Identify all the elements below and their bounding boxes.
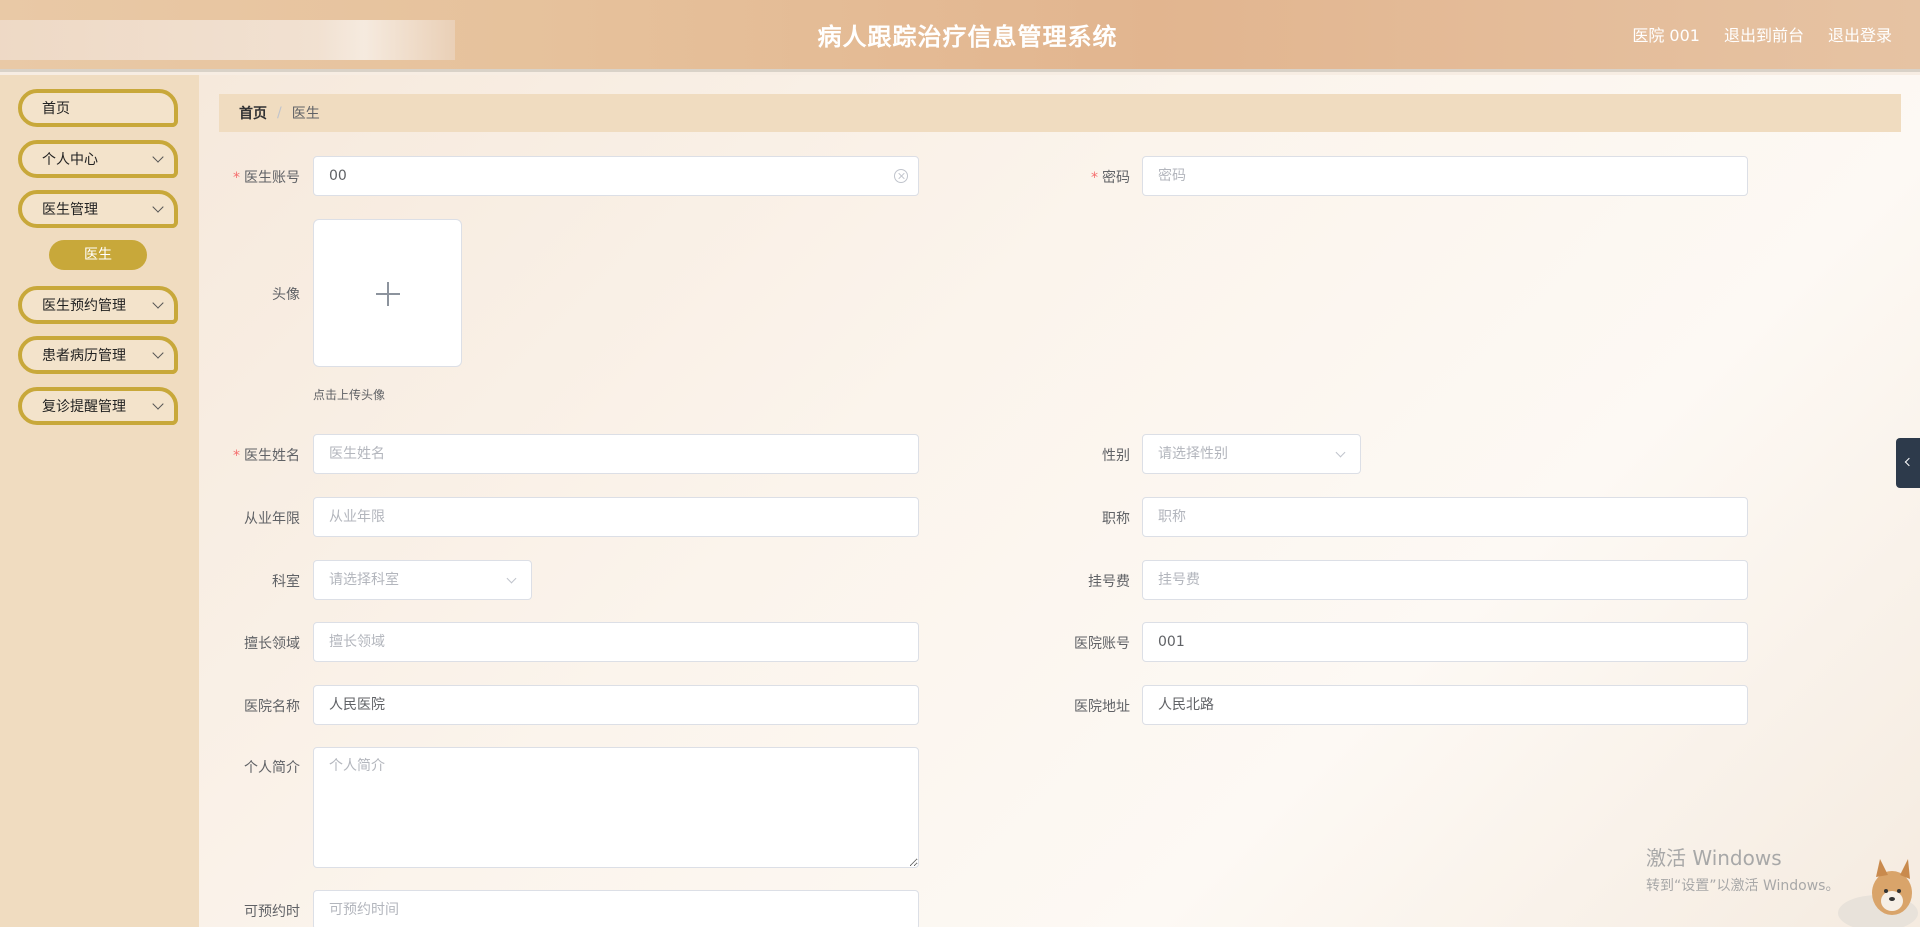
logout-link[interactable]: 退出登录 xyxy=(1828,22,1892,46)
hospital-address-input[interactable]: 人民北路 xyxy=(1142,685,1748,725)
sidebar-item-label: 首页 xyxy=(42,101,70,117)
available-time-label: 可预约时 xyxy=(244,904,300,920)
windows-activation-watermark: 激活 Windows 转到“设置”以激活 Windows。 xyxy=(1646,846,1840,894)
hospital-account-input[interactable]: 001 xyxy=(1142,622,1748,662)
password-label: * 密码 xyxy=(1091,170,1130,186)
sidebar-item-label: 个人中心 xyxy=(42,152,98,168)
fee-label: 挂号费 xyxy=(1088,574,1130,590)
avatar-upload[interactable] xyxy=(313,219,462,367)
sidebar-item-label: 医生管理 xyxy=(42,202,98,218)
sidebar-item-appointment-management[interactable]: 医生预约管理 xyxy=(18,286,178,324)
back-to-front-link[interactable]: 退出到前台 xyxy=(1724,22,1804,46)
department-label: 科室 xyxy=(272,574,300,590)
specialty-input[interactable] xyxy=(313,622,919,662)
gender-select[interactable]: 请选择性别 xyxy=(1142,434,1361,474)
sidebar-item-profile[interactable]: 个人中心 xyxy=(18,140,178,178)
sidebar-item-home[interactable]: 首页 xyxy=(18,89,178,127)
intro-textarea[interactable] xyxy=(313,747,919,868)
intro-label: 个人简介 xyxy=(244,760,300,776)
sidebar-item-label: 患者病历管理 xyxy=(42,348,126,364)
breadcrumb-separator: / xyxy=(277,105,282,121)
gender-label: 性别 xyxy=(1102,448,1130,464)
sidebar-item-followup-management[interactable]: 复诊提醒管理 xyxy=(18,387,178,425)
doctor-account-label: * 医生账号 xyxy=(233,170,300,186)
sidebar-subitem-doctor[interactable]: 医生 xyxy=(49,240,147,270)
sidebar-item-label: 医生预约管理 xyxy=(42,298,126,314)
doctor-account-input[interactable]: 00 xyxy=(313,156,919,196)
settings-drawer-toggle[interactable] xyxy=(1896,438,1920,488)
breadcrumb-home[interactable]: 首页 xyxy=(239,103,267,123)
title-input[interactable] xyxy=(1142,497,1748,537)
hospital-address-label: 医院地址 xyxy=(1074,699,1130,715)
chevron-down-icon xyxy=(1335,447,1346,458)
department-select[interactable]: 请选择科室 xyxy=(313,560,532,600)
avatar-label: 头像 xyxy=(272,287,300,303)
years-input[interactable] xyxy=(313,497,919,537)
password-input[interactable] xyxy=(1142,156,1748,196)
hospital-name-label: 医院名称 xyxy=(244,699,300,715)
chevron-down-icon xyxy=(506,573,517,584)
chevron-down-icon xyxy=(152,347,164,359)
sidebar-item-doctor-management[interactable]: 医生管理 xyxy=(18,190,178,228)
breadcrumb-current: 医生 xyxy=(291,106,320,122)
top-header: 病人跟踪治疗信息管理系统 医院 001 退出到前台 退出登录 xyxy=(0,0,1920,72)
specialty-label: 擅长领域 xyxy=(244,636,300,652)
doctor-name-input[interactable] xyxy=(313,434,919,474)
dog-mascot-icon xyxy=(1838,859,1918,927)
doctor-name-label: * 医生姓名 xyxy=(233,448,300,464)
clear-icon[interactable] xyxy=(894,169,908,183)
available-time-input[interactable] xyxy=(313,890,919,927)
hospital-name-input[interactable]: 人民医院 xyxy=(313,685,919,725)
sidebar-item-label: 复诊提醒管理 xyxy=(42,399,126,415)
sidebar-item-medical-record-management[interactable]: 患者病历管理 xyxy=(18,336,178,374)
hospital-account-label: 医院账号 xyxy=(1074,636,1130,652)
breadcrumb: 首页 / 医生 xyxy=(219,94,1901,132)
header-links: 医院 001 退出到前台 退出登录 xyxy=(1632,22,1892,46)
chevron-down-icon xyxy=(152,398,164,410)
upload-tip: 点击上传头像 xyxy=(313,388,386,402)
chevron-down-icon xyxy=(152,201,164,213)
sidebar: 首页 个人中心 医生管理 医生 医生预约管理 患者病历管理 复诊提醒管理 xyxy=(0,75,199,927)
title-label: 职称 xyxy=(1102,511,1130,527)
years-label: 从业年限 xyxy=(244,511,300,527)
chevron-down-icon xyxy=(152,151,164,163)
current-user-label: 医院 001 xyxy=(1632,26,1700,45)
chevron-down-icon xyxy=(152,297,164,309)
chevron-left-icon xyxy=(1904,457,1914,467)
fee-input[interactable] xyxy=(1142,560,1748,600)
